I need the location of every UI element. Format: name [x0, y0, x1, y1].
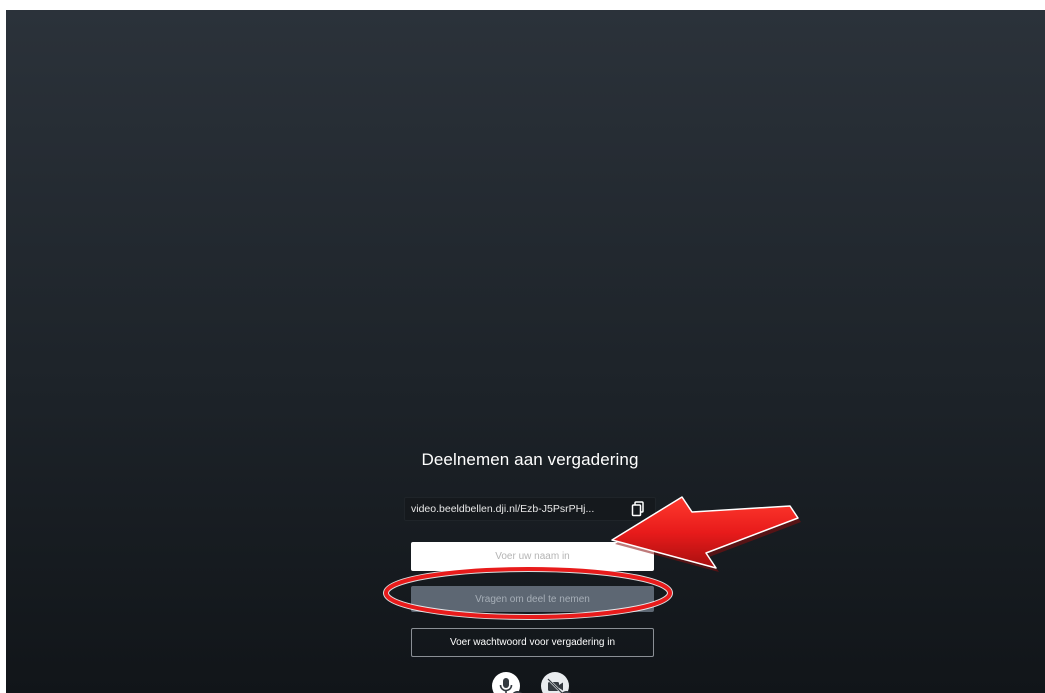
meeting-url-field: video.beeldbellen.dji.nl/Ezb-J5PsrPHj...: [404, 497, 656, 521]
media-controls: [486, 672, 586, 693]
name-input[interactable]: [411, 542, 654, 571]
camera-off-icon: [547, 678, 564, 693]
meeting-prejoin-screen: Deelnemen aan vergadering video.beeldbel…: [6, 10, 1045, 693]
microphone-icon: [499, 678, 513, 693]
camera-button[interactable]: [541, 672, 573, 693]
ask-to-join-button[interactable]: Vragen om deel te nemen: [411, 586, 654, 612]
prejoin-title: Deelnemen aan vergadering: [421, 450, 639, 469]
microphone-button[interactable]: [492, 672, 524, 693]
copy-icon[interactable]: [631, 501, 645, 517]
enter-password-button[interactable]: Voer wachtwoord voor vergadering in: [411, 628, 654, 657]
meeting-url-text: video.beeldbellen.dji.nl/Ezb-J5PsrPHj...: [411, 503, 595, 515]
